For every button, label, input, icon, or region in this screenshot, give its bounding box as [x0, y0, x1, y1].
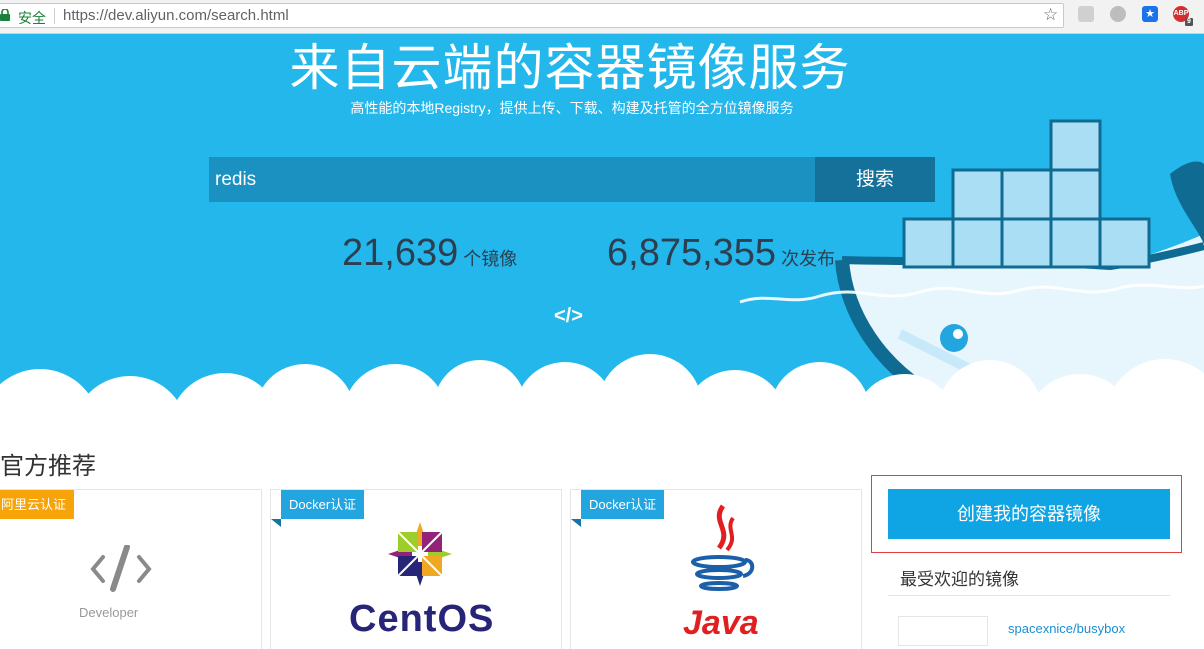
- lock-icon: [0, 9, 10, 21]
- omnibox-divider: [54, 8, 55, 24]
- address-bar[interactable]: 安全 https://dev.aliyun.com/search.html ☆: [0, 3, 1064, 28]
- tag-fold: [571, 519, 581, 527]
- secure-label: 安全: [18, 10, 46, 26]
- bookmark-star-icon[interactable]: ☆: [1043, 5, 1058, 25]
- popular-images-title: 最受欢迎的镜像: [900, 570, 1019, 589]
- extension-image-icon[interactable]: [1078, 6, 1094, 22]
- popular-item-link[interactable]: spacexnice/busybox: [1008, 621, 1125, 636]
- image-card-java[interactable]: Docker认证 Java: [570, 489, 862, 649]
- image-card-developer[interactable]: 阿里云认证 Developer: [0, 489, 262, 649]
- adblock-count-badge: 9: [1185, 18, 1193, 26]
- adblock-plus-icon[interactable]: ABP 9: [1173, 6, 1193, 26]
- docker-cert-tag: Docker认证: [581, 490, 665, 519]
- centos-wordmark: CentOS: [349, 598, 495, 640]
- url-text[interactable]: https://dev.aliyun.com/search.html: [63, 7, 289, 24]
- image-card-centos[interactable]: Docker认证 CentOS: [270, 489, 562, 649]
- centos-logo-icon: [388, 522, 452, 586]
- docker-cert-tag: Docker认证: [281, 490, 365, 519]
- hero-banner: 来自云端的容器镜像服务 高性能的本地Registry，提供上传、下载、构建及托管…: [0, 34, 1204, 414]
- code-brackets-icon: [90, 545, 152, 592]
- create-image-button[interactable]: 创建我的容器镜像: [888, 489, 1170, 539]
- browser-toolbar: 安全 https://dev.aliyun.com/search.html ☆ …: [0, 0, 1204, 34]
- popular-item-thumbnail[interactable]: [898, 616, 988, 646]
- aliyun-cert-tag: 阿里云认证: [0, 490, 75, 519]
- java-cup-icon: [691, 504, 755, 591]
- extension-bookmark-icon[interactable]: ★: [1142, 6, 1158, 22]
- tag-fold: [271, 519, 281, 527]
- popular-divider: [888, 595, 1170, 596]
- java-wordmark: Java: [683, 604, 759, 642]
- cloud-divider: [0, 354, 1204, 414]
- extension-globe-icon[interactable]: [1110, 6, 1126, 22]
- section-title: 官方推荐: [0, 453, 96, 480]
- create-image-highlight: 创建我的容器镜像: [871, 475, 1182, 553]
- developer-caption: Developer: [79, 605, 139, 620]
